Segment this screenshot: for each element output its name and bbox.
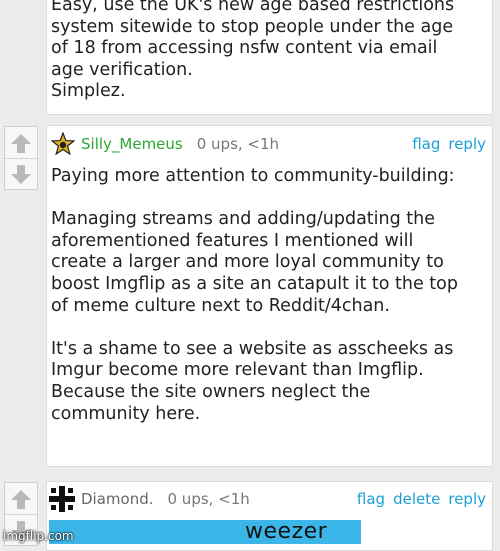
comment-text: Easy, use the UK's new age based restric… bbox=[51, 0, 455, 102]
arrow-up-icon bbox=[11, 133, 31, 153]
arrow-down-icon bbox=[11, 165, 31, 184]
comment-header: Silly_Memeus 0 ups, <1h flag reply bbox=[47, 130, 492, 158]
arrow-up-icon bbox=[11, 489, 31, 509]
comment-image[interactable]: weezer bbox=[49, 520, 361, 544]
delete-link[interactable]: delete bbox=[393, 490, 440, 508]
flag-link[interactable]: flag bbox=[357, 490, 385, 508]
star-flair-icon bbox=[51, 132, 75, 156]
comment-card: Silly_Memeus 0 ups, <1h flag reply Payin… bbox=[46, 125, 493, 467]
username-link[interactable]: Diamond. bbox=[81, 490, 154, 508]
comment-meta: 0 ups, <1h bbox=[196, 135, 280, 153]
downvote-button[interactable] bbox=[5, 158, 37, 189]
image-caption: weezer bbox=[245, 520, 328, 544]
upvote-button[interactable] bbox=[5, 483, 37, 514]
reply-link[interactable]: reply bbox=[448, 490, 486, 508]
vote-box bbox=[4, 126, 38, 190]
username-link[interactable]: Silly_Memeus bbox=[81, 135, 183, 153]
pixel-avatar-icon bbox=[49, 486, 75, 512]
comment-meta: 0 ups, <1h bbox=[167, 490, 250, 508]
comment-actions: flag reply bbox=[412, 135, 486, 153]
watermark: imgflip.com bbox=[3, 529, 74, 543]
upvote-button[interactable] bbox=[5, 127, 37, 158]
comment-header: Diamond. 0 ups, <1h flag delete reply bbox=[47, 485, 492, 513]
flag-link[interactable]: flag bbox=[412, 135, 440, 153]
comment-text: Paying more attention to community-build… bbox=[51, 166, 458, 424]
comment-actions: flag delete reply bbox=[357, 490, 486, 508]
reply-link[interactable]: reply bbox=[448, 135, 486, 153]
comment-card-prev: Easy, use the UK's new age based restric… bbox=[46, 0, 493, 115]
